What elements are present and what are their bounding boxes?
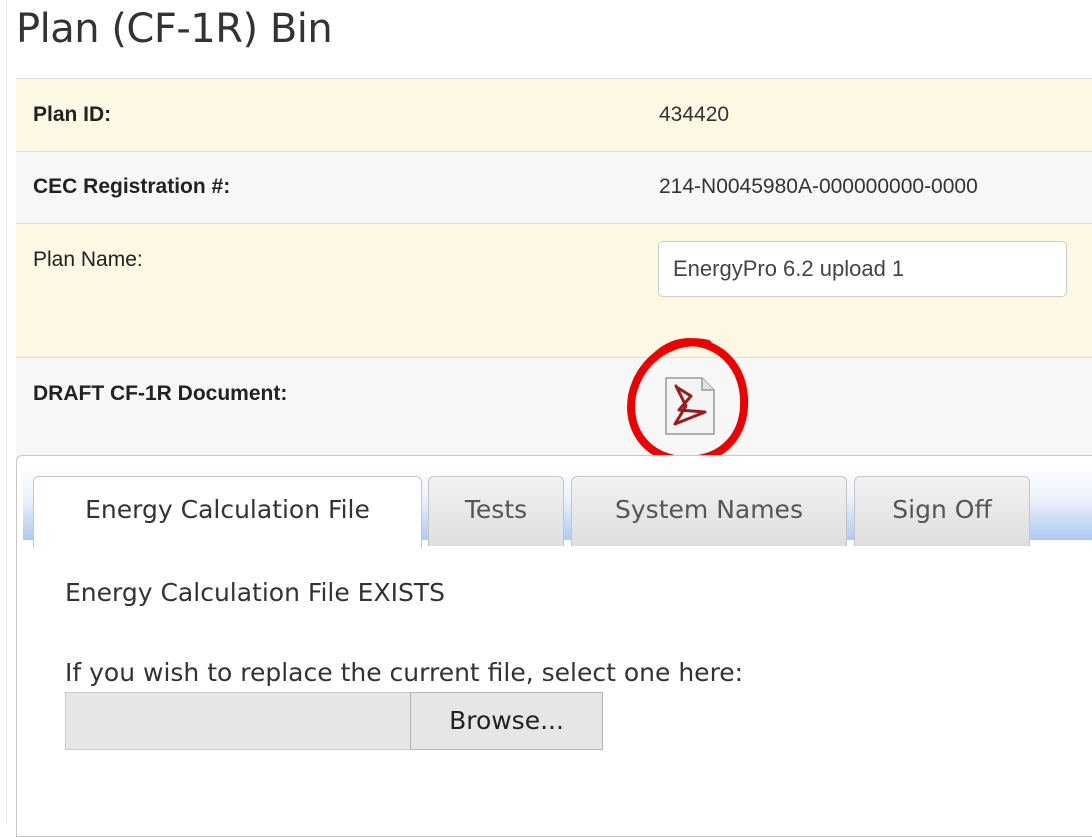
draft-document-row: DRAFT CF-1R Document:: [16, 357, 1092, 458]
page-left-border: [6, 0, 7, 824]
draft-document-label: DRAFT CF-1R Document:: [33, 382, 288, 405]
tab-system-names[interactable]: System Names: [571, 476, 847, 546]
cec-registration-row: CEC Registration #: 214-N0045980A-000000…: [16, 151, 1092, 223]
plan-name-label: Plan Name:: [33, 248, 143, 271]
cec-registration-value: 214-N0045980A-000000000-0000: [659, 175, 978, 198]
file-exists-status: Energy Calculation File EXISTS: [65, 578, 445, 607]
page-title: Plan (CF-1R) Bin: [16, 6, 333, 52]
plan-id-value: 434420: [659, 103, 730, 126]
tab-bar: Energy Calculation File Tests System Nam…: [23, 462, 1092, 548]
browse-button[interactable]: Browse...: [410, 692, 603, 750]
plan-id-label: Plan ID:: [33, 103, 112, 126]
plan-info-table: Plan ID: 434420 CEC Registration #: 214-…: [16, 78, 1092, 458]
pdf-document-icon[interactable]: [664, 376, 716, 436]
plan-id-row: Plan ID: 434420: [16, 78, 1092, 151]
tab-tests[interactable]: Tests: [428, 476, 564, 546]
file-path-field[interactable]: [65, 692, 411, 750]
replace-file-prompt: If you wish to replace the current file,…: [65, 658, 744, 687]
tab-sign-off[interactable]: Sign Off: [854, 476, 1030, 546]
plan-name-row: Plan Name:: [16, 223, 1092, 357]
plan-name-input[interactable]: [658, 241, 1067, 297]
tab-panel: Energy Calculation File Tests System Nam…: [16, 455, 1092, 837]
cec-registration-label: CEC Registration #:: [33, 175, 231, 198]
tab-energy-calculation-file[interactable]: Energy Calculation File: [33, 476, 422, 548]
